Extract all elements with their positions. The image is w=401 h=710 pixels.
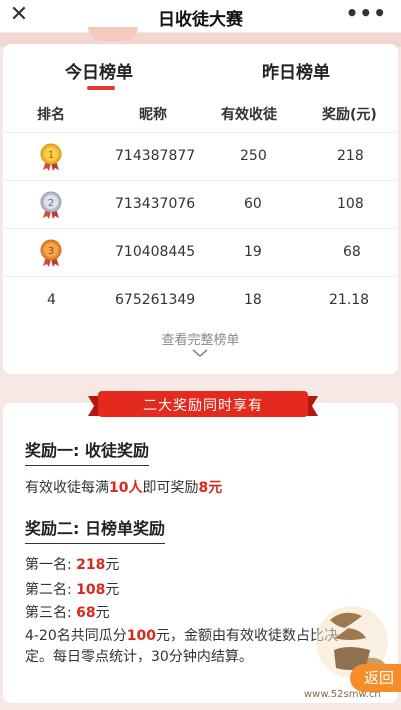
row-count: 250: [240, 148, 267, 164]
tab-yesterday[interactable]: 昨日榜单: [262, 58, 330, 83]
first-label: 第一名:: [25, 557, 77, 573]
row-nickname: 675261349: [115, 292, 196, 308]
row-nickname: 713437076: [115, 196, 196, 212]
row-nickname: 714387877: [115, 148, 196, 164]
more-dots-icon[interactable]: •••: [346, 3, 387, 23]
row-count: 60: [244, 196, 262, 212]
pool-value: 100: [126, 628, 157, 644]
reward2-third: 第三名: 68元: [25, 603, 110, 624]
table-row: 2 713437076 60 108: [3, 180, 398, 228]
watermark-url: www.52smw.cn: [304, 689, 381, 700]
row-count: 19: [244, 244, 262, 260]
reward2-second: 第二名: 108元: [25, 580, 119, 601]
chevron-down-icon[interactable]: [191, 347, 209, 359]
decoration-shape: [88, 27, 138, 41]
row-nickname: 710408445: [115, 244, 196, 260]
column-header-count: 有效收徒: [221, 107, 277, 123]
gold-medal-icon: 1: [40, 143, 62, 171]
column-header-reward: 奖励(元): [322, 107, 377, 123]
table-row: 4 675261349 18 21.18: [3, 276, 398, 324]
ranking-card: 今日榜单 昨日榜单 排名 昵称 有效收徒 奖励(元) 1 714387877 2…: [3, 44, 398, 374]
second-label: 第二名:: [25, 582, 77, 598]
bronze-medal-icon: 3: [40, 239, 62, 267]
view-full-list-link[interactable]: 查看完整榜单: [3, 329, 398, 348]
third-value: 68: [76, 605, 96, 621]
page-title: 日收徒大赛: [158, 10, 243, 30]
svg-text:3: 3: [48, 246, 54, 257]
column-header-rank: 排名: [37, 107, 65, 123]
tab-today[interactable]: 今日榜单: [65, 58, 133, 83]
svg-text:2: 2: [48, 198, 54, 209]
silver-medal-icon: 2: [40, 191, 62, 219]
reward1-highlight-amount: 8元: [198, 480, 223, 496]
row-reward: 21.18: [329, 292, 370, 308]
nav-bar: ✕ 日收徒大赛 •••: [0, 0, 401, 33]
column-header-nickname: 昵称: [139, 107, 167, 123]
third-label: 第三名:: [25, 605, 77, 621]
svg-text:1: 1: [48, 150, 54, 161]
row-rank: 4: [47, 292, 56, 308]
row-reward: 108: [337, 196, 364, 212]
pool-text-a: 4-20名共同瓜分: [25, 628, 127, 644]
row-count: 18: [244, 292, 262, 308]
reward1-description: 有效收徒每满10人即可奖励8元: [25, 478, 222, 499]
second-unit: 元: [105, 582, 120, 598]
reward2-first: 第一名: 218元: [25, 555, 119, 576]
table-row: 3 710408445 19 68: [3, 228, 398, 276]
banner-label: 二大奖励同时享有: [143, 398, 263, 414]
reward1-title: 奖励一: 收徒奖励: [25, 437, 149, 466]
first-value: 218: [76, 557, 106, 573]
row-reward: 218: [337, 148, 364, 164]
tab-active-indicator: [87, 86, 115, 90]
back-button[interactable]: 返回: [350, 664, 401, 692]
third-unit: 元: [95, 605, 110, 621]
reward1-text-b: 即可奖励: [142, 480, 199, 496]
reward1-highlight-people: 10人: [109, 480, 143, 496]
row-reward: 68: [343, 244, 361, 260]
reward1-text-a: 有效收徒每满: [25, 480, 109, 496]
second-value: 108: [76, 582, 106, 598]
first-unit: 元: [105, 557, 120, 573]
table-row: 1 714387877 250 218: [3, 132, 398, 180]
reward2-title: 奖励二: 日榜单奖励: [25, 515, 165, 544]
pool-text-c: 定。每日零点统计，30分钟内结算。: [25, 649, 253, 665]
